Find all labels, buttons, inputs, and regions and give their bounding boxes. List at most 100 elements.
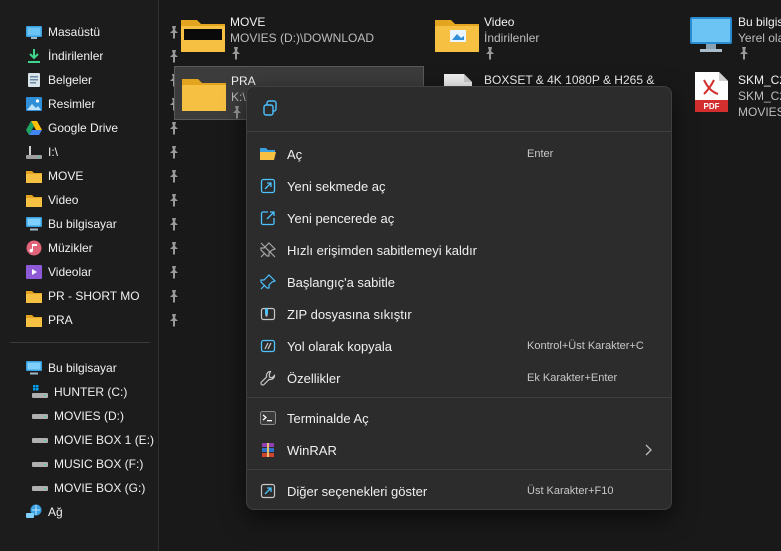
menu-item-label: ZIP dosyasına sıkıştır — [287, 307, 412, 322]
menu-item-label: Yol olarak kopyala — [287, 339, 393, 354]
tile-location: İndirilenler — [484, 31, 540, 45]
nav-label: Belgeler — [48, 73, 93, 87]
tile-move[interactable]: MOVE MOVIES (D:)\DOWNLOAD — [174, 8, 424, 60]
menu-item-compress-zip[interactable]: ZIP dosyasına sıkıştır — [253, 299, 665, 329]
menu-item-open-new-window[interactable]: Yeni pencerede aç — [253, 203, 665, 233]
pin-icon — [170, 290, 178, 303]
nav-item-video[interactable]: Video — [0, 188, 184, 212]
tile-location: Yerel ola — [738, 31, 781, 45]
folder-icon — [26, 312, 42, 328]
nav-label: MOVIES (D:) — [54, 409, 125, 423]
tile-video[interactable]: Video İndirilenler — [428, 8, 678, 60]
menu-item-open-new-tab[interactable]: Yeni sekmede aç — [253, 171, 665, 201]
tile-name: MOVE — [230, 15, 266, 29]
music-icon — [26, 240, 42, 256]
nav-item-pra[interactable]: PRA — [0, 308, 184, 332]
nav-item-drive-f[interactable]: MUSIC BOX (F:) — [0, 452, 190, 476]
new-tab-icon — [260, 178, 276, 194]
drive-icon — [32, 456, 48, 472]
context-menu: Aç Enter Yeni sekmede aç Yeni pencerede … — [246, 86, 672, 510]
nav-item-this-pc[interactable]: Bu bilgisayar — [0, 356, 184, 380]
nav-item-drive-i[interactable]: I:\ — [0, 140, 184, 164]
document-icon — [26, 72, 42, 88]
copy-button[interactable] — [259, 97, 281, 119]
menu-item-copy-as-path[interactable]: Yol olarak kopyala Kontrol+Üst Karakter+… — [253, 331, 665, 361]
tile-skm-pdf[interactable]: PDF SKM_C2 SKM_C2 MOVIES — [682, 66, 781, 118]
folder-icon — [182, 79, 226, 111]
nav-item-pictures[interactable]: Resimler — [0, 92, 184, 116]
nav-item-downloads[interactable]: İndirilenler — [0, 44, 184, 68]
nav-item-this-pc-pinned[interactable]: Bu bilgisayar — [0, 212, 184, 236]
pdf-file-icon: PDF — [695, 72, 728, 112]
menu-item-label: Yeni pencerede aç — [287, 211, 395, 226]
network-icon — [26, 504, 42, 520]
menu-item-unpin-quick-access[interactable]: Hızlı erişimden sabitlemeyi kaldır — [253, 235, 665, 265]
unpin-icon — [260, 242, 276, 258]
nav-item-drive-d[interactable]: MOVIES (D:) — [0, 404, 190, 428]
menu-divider — [247, 131, 671, 132]
tile-name: SKM_C2 — [738, 73, 781, 87]
tile-this-pc[interactable]: Bu bilgisayar Yerel ola — [682, 8, 781, 60]
menu-item-label: Diğer seçenekleri göster — [287, 484, 428, 499]
menu-divider — [247, 469, 671, 470]
menu-item-open[interactable]: Aç Enter — [253, 139, 665, 169]
folder-icon — [26, 168, 42, 184]
nav-label: Google Drive — [48, 121, 119, 135]
nav-label: I:\ — [48, 145, 59, 159]
menu-divider — [247, 397, 671, 398]
drive-icon — [32, 408, 48, 424]
menu-item-label: Hızlı erişimden sabitlemeyi kaldır — [287, 243, 478, 258]
pin-icon — [170, 218, 178, 231]
download-icon — [26, 48, 42, 64]
nav-item-drive-g[interactable]: MOVIE BOX (G:) — [0, 476, 190, 500]
pin-icon — [170, 146, 178, 159]
pin-icon — [486, 47, 494, 60]
menu-item-show-more-options[interactable]: Diğer seçenekleri göster Üst Karakter+F1… — [253, 476, 665, 506]
menu-item-properties[interactable]: Özellikler Ek Karakter+Enter — [253, 363, 665, 393]
nav-label: HUNTER (C:) — [54, 385, 128, 399]
more-options-icon — [260, 483, 276, 499]
nav-item-move[interactable]: MOVE — [0, 164, 184, 188]
nav-label: Müzikler — [48, 241, 93, 255]
menu-item-label: Yeni sekmede aç — [287, 179, 386, 194]
menu-item-label: WinRAR — [287, 443, 337, 458]
tile-name: Bu bilgisayar — [738, 15, 781, 29]
nav-label: Videolar — [48, 265, 92, 279]
nav-item-desktop[interactable]: Masaüstü — [0, 20, 184, 44]
nav-label: MOVE — [48, 169, 84, 183]
menu-item-shortcut: Üst Karakter+F10 — [527, 485, 614, 497]
new-window-icon — [260, 210, 276, 226]
pin-icon — [232, 47, 240, 60]
nav-item-music[interactable]: Müzikler — [0, 236, 184, 260]
nav-item-google-drive[interactable]: Google Drive — [0, 116, 184, 140]
nav-item-drive-e[interactable]: MOVIE BOX 1 (E:) — [0, 428, 190, 452]
system-drive-icon — [32, 384, 48, 400]
navigation-pane: Masaüstü İndirilenler Belgeler Resimler … — [0, 0, 178, 551]
nav-label: Video — [48, 193, 79, 207]
nav-item-network[interactable]: Ağ — [0, 500, 184, 524]
pin-icon — [233, 106, 241, 119]
menu-item-open-in-terminal[interactable]: Terminalde Aç — [253, 403, 665, 433]
nav-item-pr-short-movies[interactable]: PR - SHORT MOVIES — [0, 284, 184, 308]
folder-icon — [435, 20, 479, 52]
pin-start-icon — [260, 274, 276, 290]
menu-item-pin-to-start[interactable]: Başlangıç'a sabitle — [253, 267, 665, 297]
nav-label: Masaüstü — [48, 25, 101, 39]
menu-item-winrar[interactable]: WinRAR — [253, 435, 665, 465]
pictures-icon — [26, 96, 42, 112]
pin-icon — [170, 266, 178, 279]
nav-item-documents[interactable]: Belgeler — [0, 68, 184, 92]
drive-icon — [32, 432, 48, 448]
nav-label: Resimler — [48, 97, 96, 111]
nav-item-drive-c[interactable]: HUNTER (C:) — [0, 380, 190, 404]
wrench-icon — [260, 370, 276, 386]
nav-label: Ağ — [48, 505, 63, 519]
nav-label: Bu bilgisayar — [48, 217, 117, 231]
winrar-icon — [260, 442, 276, 458]
nav-item-videos[interactable]: Videolar — [0, 260, 184, 284]
sidebar-divider — [10, 342, 150, 343]
pin-icon — [170, 194, 178, 207]
pin-icon — [170, 122, 178, 135]
open-folder-icon — [260, 146, 276, 162]
menu-item-label: Aç — [287, 147, 303, 162]
